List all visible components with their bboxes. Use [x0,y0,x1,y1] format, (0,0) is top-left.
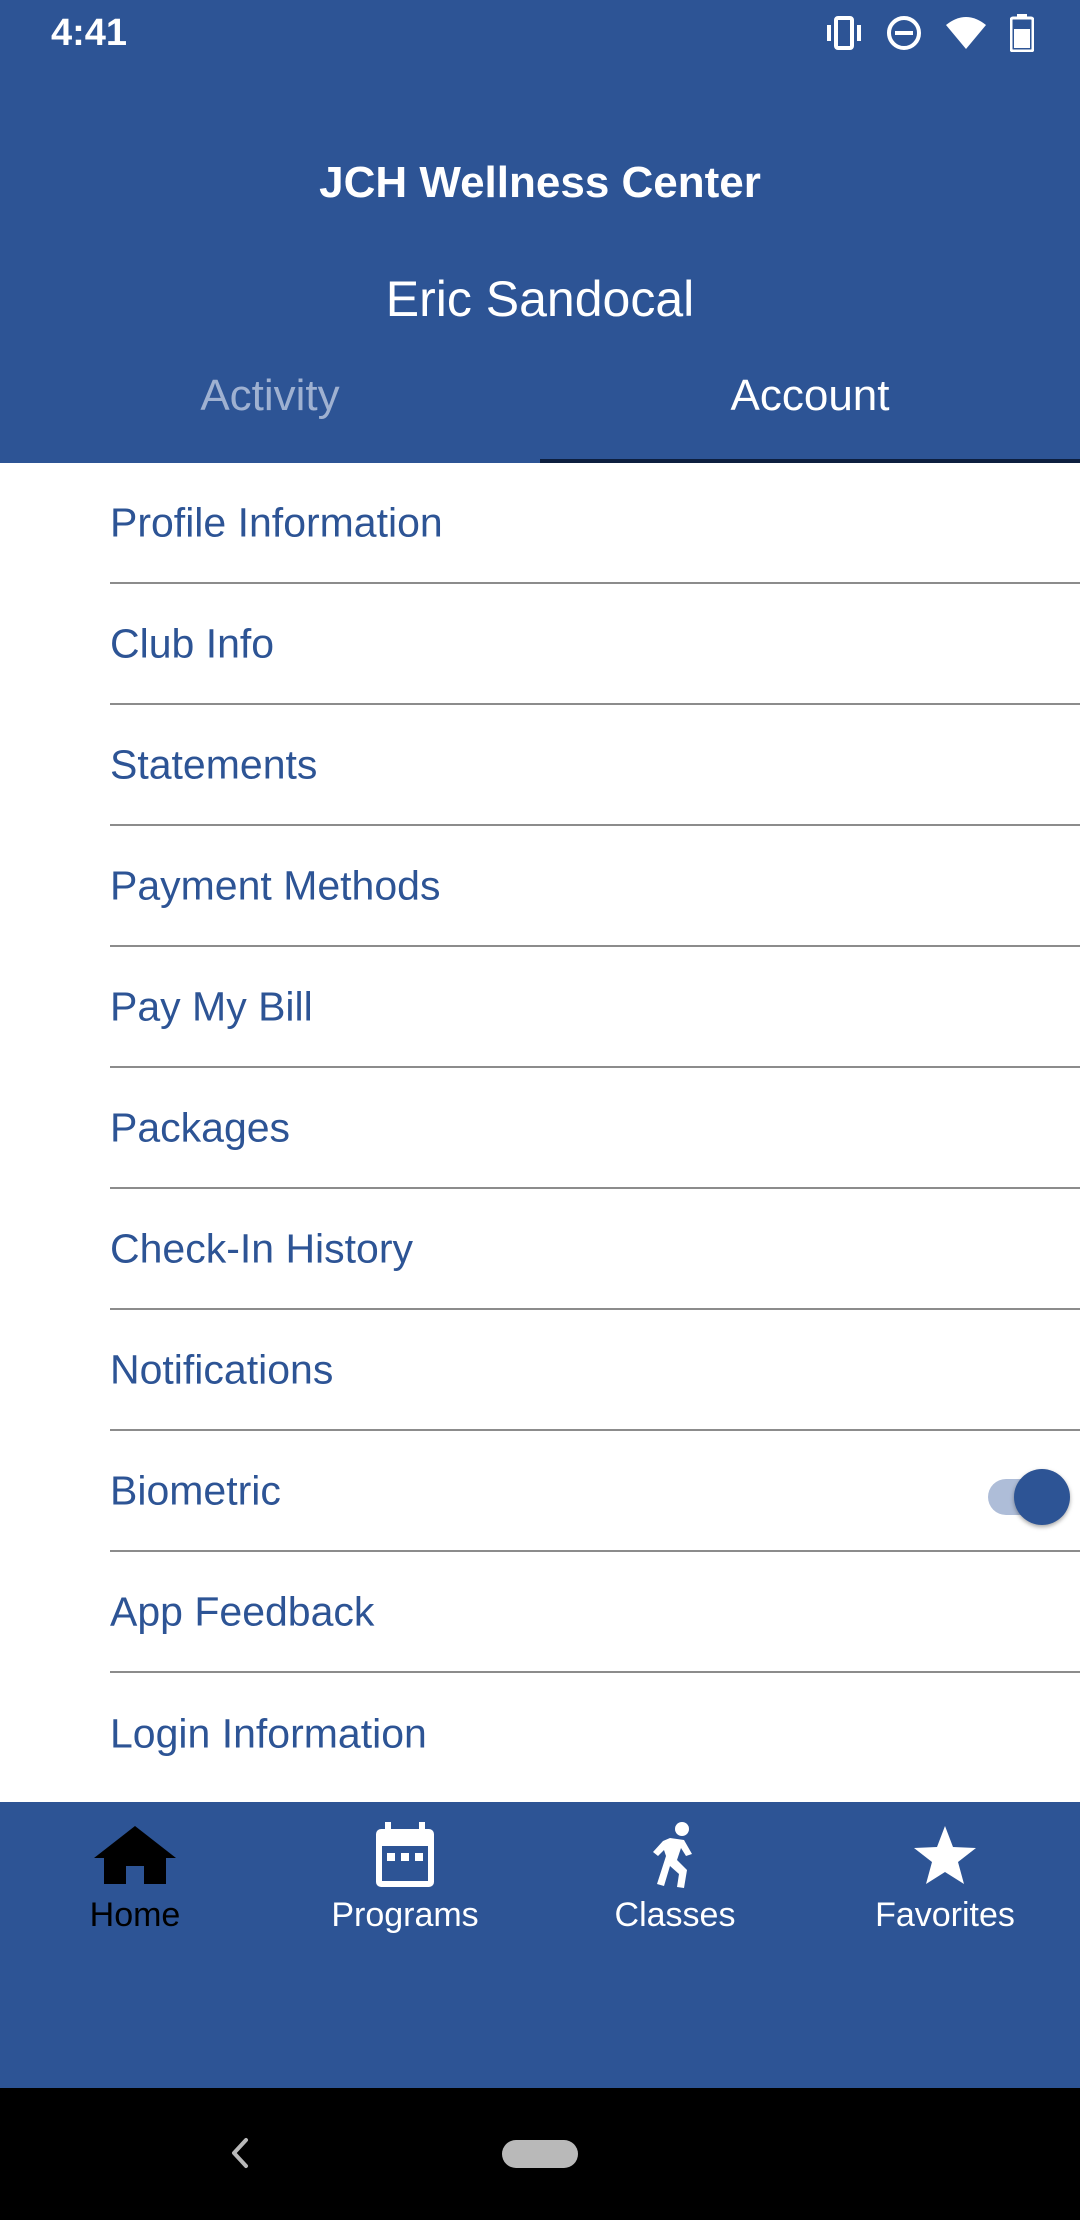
menu-item-label: App Feedback [110,1588,375,1634]
tab-account[interactable]: Account [540,358,1080,463]
menu-item-payment-methods[interactable]: Payment Methods [110,826,1080,947]
calendar-icon [270,1820,540,1890]
nav-classes[interactable]: Classes [540,1820,810,1950]
menu-item-label: Payment Methods [110,862,441,908]
menu-item-label: Club Info [110,620,275,666]
wifi-icon [944,15,988,51]
home-icon [0,1820,270,1890]
star-icon [810,1820,1080,1890]
back-icon[interactable] [220,2128,260,2178]
menu-item-login-information[interactable]: Login Information [110,1673,1080,1794]
menu-item-check-in-history[interactable]: Check-In History [110,1189,1080,1310]
nav-favorites[interactable]: Favorites [810,1820,1080,1950]
nav-home[interactable]: Home [0,1820,270,1950]
biometric-toggle[interactable] [982,1463,1070,1525]
menu-item-label: Notifications [110,1346,334,1392]
menu-item-label: Profile Information [110,499,443,545]
account-menu: Profile Information Club Info Statements… [0,463,1080,1803]
menu-item-label: Statements [110,741,318,787]
menu-item-app-feedback[interactable]: App Feedback [110,1552,1080,1673]
nav-label: Classes [614,1896,736,1934]
status-time: 4:41 [51,12,128,54]
nav-label: Programs [331,1896,479,1934]
tab-bar: Activity Account [0,358,1080,463]
do-not-disturb-icon [886,15,922,51]
user-name: Eric Sandocal [385,271,695,327]
menu-item-label: Biometric [110,1467,281,1513]
system-navigation-bar [0,2088,1080,2220]
menu-item-notifications[interactable]: Notifications [110,1310,1080,1431]
bottom-nav: Home Programs Classes Favorites [0,1802,1080,2088]
menu-item-label: Packages [110,1104,291,1150]
menu-item-statements[interactable]: Statements [110,705,1080,826]
toggle-thumb [1014,1468,1070,1525]
nav-label: Favorites [875,1896,1015,1934]
home-pill-button[interactable] [502,2140,578,2168]
menu-item-label: Check-In History [110,1225,414,1271]
running-person-icon [540,1820,810,1890]
vibrate-icon [824,16,864,50]
app-header: 4:41 JCH Wellness Center Eric Sandocal A… [0,0,1080,463]
menu-item-biometric: Biometric [110,1431,1080,1552]
status-bar: 4:41 [0,0,1080,70]
battery-icon [1010,14,1034,52]
menu-item-club-info[interactable]: Club Info [110,584,1080,705]
menu-item-profile-information[interactable]: Profile Information [110,463,1080,584]
menu-item-label: Pay My Bill [110,983,313,1029]
menu-item-label: Login Information [110,1710,427,1756]
status-icons [824,12,1034,54]
nav-label: Home [89,1896,181,1934]
app-title: JCH Wellness Center [319,158,761,207]
menu-item-pay-my-bill[interactable]: Pay My Bill [110,947,1080,1068]
menu-item-packages[interactable]: Packages [110,1068,1080,1189]
nav-programs[interactable]: Programs [270,1820,540,1950]
tab-activity[interactable]: Activity [0,358,540,463]
